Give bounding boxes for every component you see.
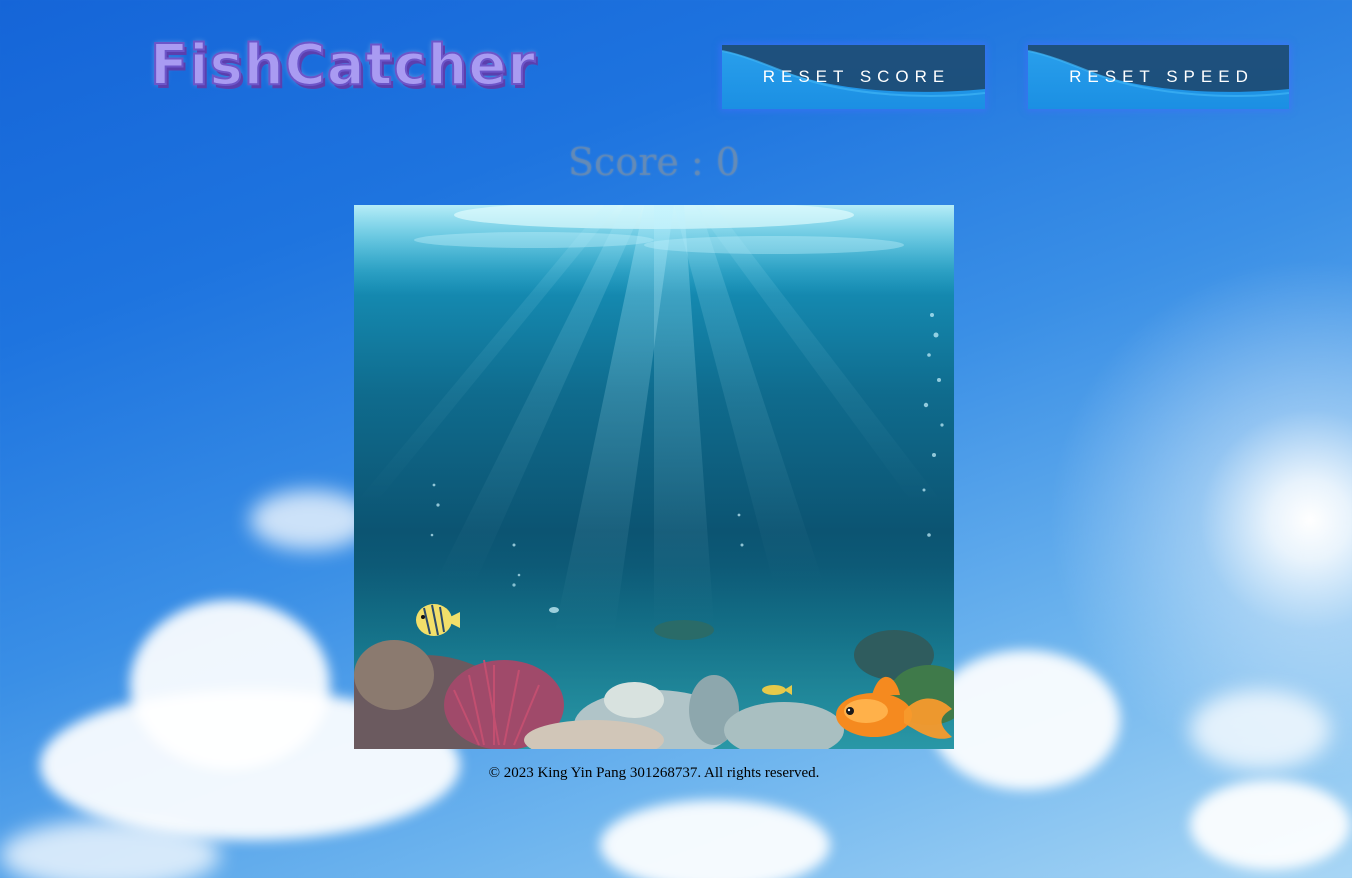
cloud xyxy=(600,800,830,878)
reset-score-button[interactable]: RESET SCORE xyxy=(722,45,985,109)
cloud xyxy=(130,600,330,770)
reset-speed-label: RESET SPEED xyxy=(1069,67,1254,86)
copyright-footer: © 2023 King Yin Pang 301268737. All righ… xyxy=(488,765,820,781)
score-display: Score : 0 xyxy=(568,140,740,184)
cloud xyxy=(250,490,370,550)
underwater-scene xyxy=(354,205,954,749)
reset-score-label: RESET SCORE xyxy=(762,67,951,86)
cloud xyxy=(1190,690,1330,770)
reset-speed-button[interactable]: RESET SPEED xyxy=(1028,45,1289,109)
small-fish xyxy=(549,607,559,613)
game-title: FishCatcher xyxy=(149,33,536,98)
game-canvas[interactable] xyxy=(354,205,954,749)
cloud xyxy=(1190,780,1350,870)
